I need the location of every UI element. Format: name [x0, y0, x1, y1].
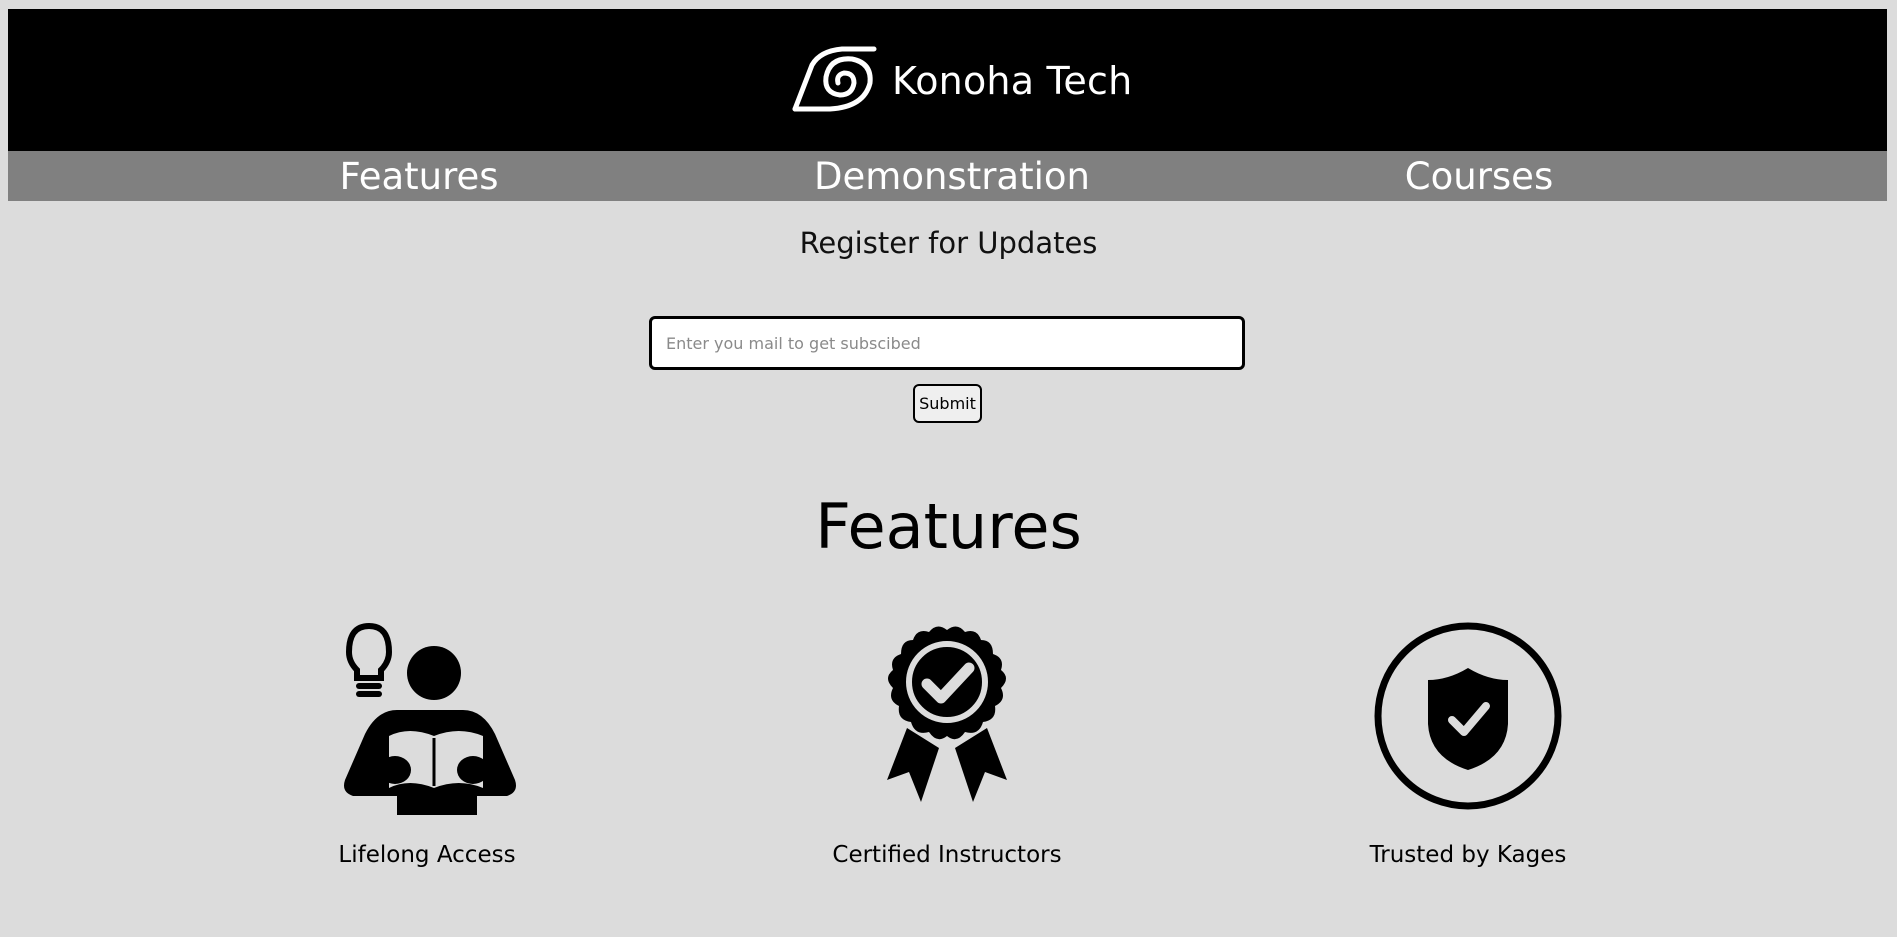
certified-badge-icon [777, 620, 1117, 810]
page: Konoha Tech Features Demonstration Cours… [0, 0, 1897, 937]
header: Konoha Tech [8, 9, 1887, 151]
feature-card: Certified Instructors [777, 620, 1117, 868]
nav-bar: Features Demonstration Courses [8, 151, 1887, 201]
nav-item-demonstration[interactable]: Demonstration [814, 151, 1090, 201]
register-title: Register for Updates [799, 226, 1098, 260]
feature-label: Certified Instructors [832, 842, 1062, 868]
nav-item-features[interactable]: Features [339, 151, 498, 201]
brand-name: Konoha Tech [892, 59, 1133, 103]
feature-card: Lifelong Access [257, 620, 597, 868]
submit-button[interactable]: Submit [913, 384, 982, 423]
brand[interactable]: Konoha Tech [790, 45, 1132, 117]
feature-label: Lifelong Access [338, 842, 516, 868]
email-input[interactable] [649, 316, 1245, 370]
feature-label: Trusted by Kages [1369, 842, 1567, 868]
features-heading: Features [815, 490, 1082, 563]
feature-card: Trusted by Kages [1298, 620, 1638, 868]
nav-item-courses[interactable]: Courses [1405, 151, 1553, 201]
leaf-swirl-logo-icon [790, 43, 880, 119]
shield-check-icon [1298, 620, 1638, 812]
reader-lightbulb-icon [257, 620, 597, 815]
